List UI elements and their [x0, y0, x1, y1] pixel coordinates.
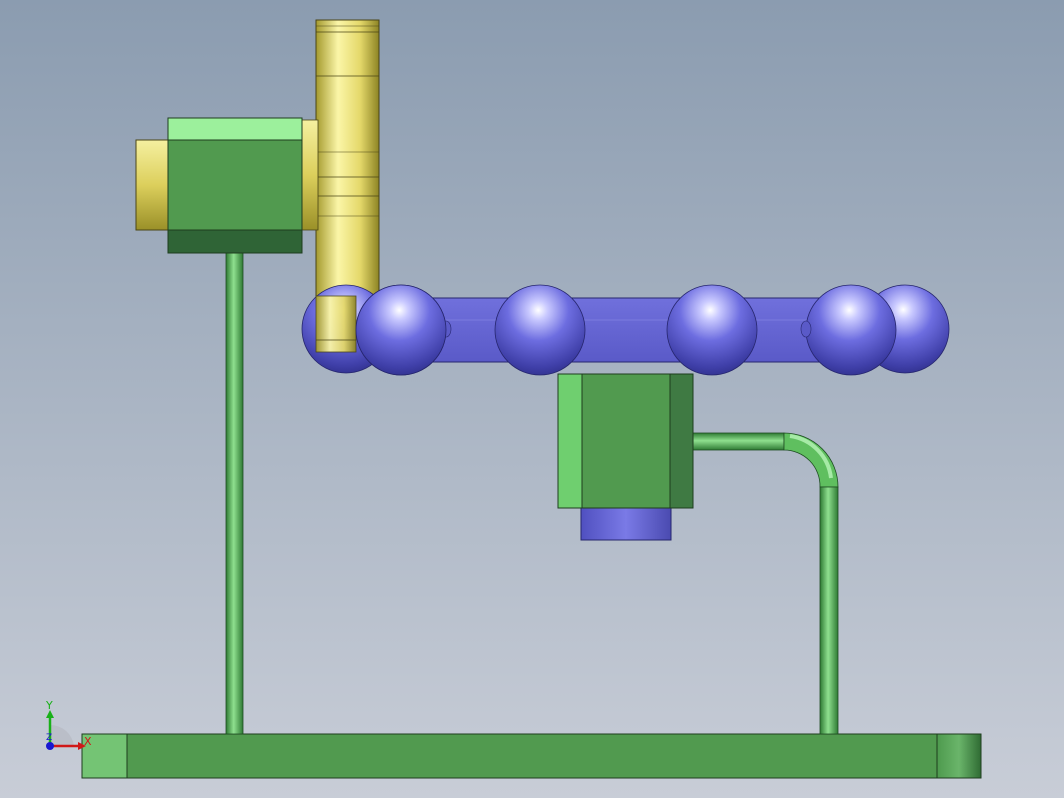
ball [666, 284, 758, 376]
graphics-viewport[interactable] [0, 0, 1064, 798]
triad-x-label: X [84, 735, 92, 748]
pinion-gear-edge [315, 295, 357, 353]
triad-y-label: Y [46, 699, 53, 712]
ball [805, 284, 897, 376]
left-support-rod-icon[interactable] [225, 249, 244, 735]
ball[interactable] [355, 284, 447, 376]
base-plate-icon[interactable] [81, 733, 982, 779]
viewport-background [0, 0, 1064, 798]
ball [494, 284, 586, 376]
triad-z-label: Z [46, 733, 53, 743]
